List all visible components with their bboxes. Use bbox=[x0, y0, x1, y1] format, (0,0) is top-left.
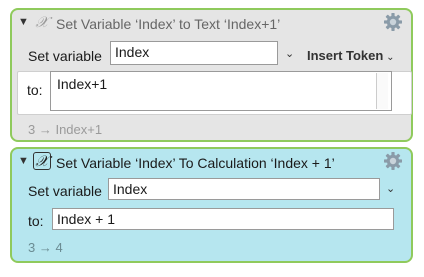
gear-icon[interactable] bbox=[383, 12, 403, 32]
to-label: to: bbox=[28, 213, 44, 229]
set-variable-calculation-action[interactable]: ▼ 𝒳 Set Variable ‘Index’ To Calculation … bbox=[10, 147, 413, 263]
disclosure-triangle-icon[interactable]: ▼ bbox=[18, 155, 29, 167]
action-title: Set Variable ‘Index’ to Text ‘Index+1’ bbox=[56, 16, 281, 32]
x-italic-icon: 𝒳 bbox=[33, 152, 51, 170]
chevron-down-icon[interactable]: ⌄ bbox=[285, 47, 294, 60]
x-italic-icon: 𝒳 bbox=[35, 13, 49, 31]
text-value-field[interactable]: Index+1 bbox=[50, 71, 392, 111]
variable-name-field[interactable]: Index bbox=[108, 178, 380, 200]
to-label: to: bbox=[27, 82, 43, 98]
set-variable-label: Set variable bbox=[28, 183, 102, 199]
chevron-down-icon[interactable]: ⌄ bbox=[386, 182, 395, 195]
chevron-down-icon: ⌄ bbox=[383, 52, 395, 63]
set-variable-label: Set variable bbox=[28, 48, 102, 64]
result-text: 3 → 4 bbox=[28, 240, 63, 255]
scrollbar[interactable] bbox=[376, 73, 388, 109]
result-text: 3 → Index+1 bbox=[28, 122, 103, 137]
text-value: Index+1 bbox=[57, 76, 108, 92]
action-title: Set Variable ‘Index’ To Calculation ‘Ind… bbox=[56, 155, 335, 171]
insert-token-menu[interactable]: Insert Token ⌄ bbox=[307, 48, 395, 63]
insert-token-label: Insert Token bbox=[307, 48, 384, 63]
action-title-bar[interactable]: ▼ 𝒳 Set Variable ‘Index’ to Text ‘Index+… bbox=[12, 10, 411, 36]
calculation-field[interactable]: Index + 1 bbox=[52, 208, 394, 230]
gear-icon[interactable] bbox=[383, 151, 403, 171]
disclosure-triangle-icon[interactable]: ▼ bbox=[18, 16, 29, 28]
set-variable-text-action[interactable]: ▼ 𝒳 Set Variable ‘Index’ to Text ‘Index+… bbox=[10, 8, 413, 142]
variable-name-field[interactable]: Index bbox=[110, 41, 278, 65]
action-title-bar[interactable]: ▼ 𝒳 Set Variable ‘Index’ To Calculation … bbox=[12, 149, 411, 175]
